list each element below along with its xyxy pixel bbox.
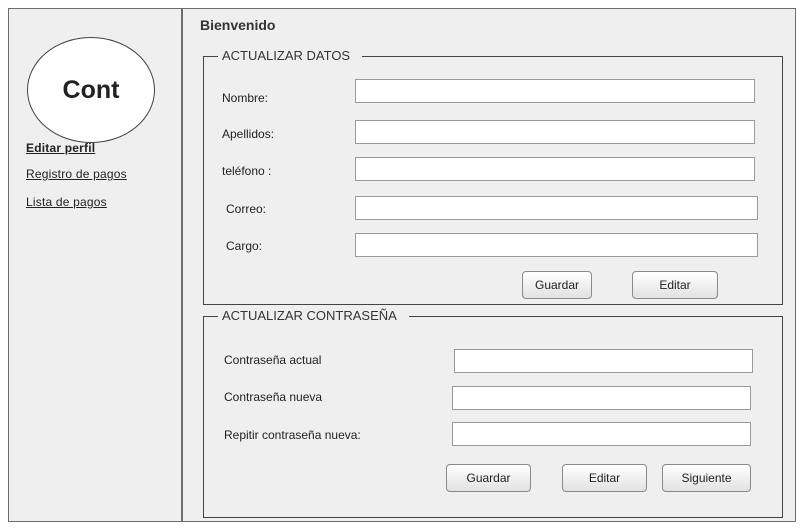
save-password-button[interactable]: Guardar <box>446 464 531 492</box>
current-password-label: Contraseña actual <box>224 353 322 367</box>
update-data-title: ACTUALIZAR DATOS <box>218 48 363 64</box>
update-password-group: ACTUALIZAR CONTRASEÑA Contraseña actual … <box>203 308 783 518</box>
phone-field[interactable] <box>355 157 755 181</box>
name-field[interactable] <box>355 79 755 103</box>
email-field[interactable] <box>355 196 758 220</box>
position-field[interactable] <box>355 233 758 257</box>
next-button[interactable]: Siguiente <box>662 464 751 492</box>
surname-label: Apellidos: <box>222 127 275 141</box>
sidebar: Cont Editar perfil Registro de pagos Lis… <box>9 9 183 521</box>
sidebar-link-payment-list[interactable]: Lista de pagos <box>26 195 107 209</box>
edit-data-button[interactable]: Editar <box>632 271 718 299</box>
position-label: Cargo: <box>226 239 263 253</box>
current-password-field[interactable] <box>454 349 753 373</box>
update-data-group: ACTUALIZAR DATOS Nombre: Apellidos: telé… <box>203 48 783 305</box>
app-window: Cont Editar perfil Registro de pagos Lis… <box>8 8 796 522</box>
page-title: Bienvenido <box>200 17 276 33</box>
phone-label: teléfono : <box>222 164 272 178</box>
main-content: Bienvenido ACTUALIZAR DATOS Nombre: Apel… <box>183 9 795 521</box>
new-password-field[interactable] <box>452 386 751 410</box>
update-password-title: ACTUALIZAR CONTRASEÑA <box>218 308 409 324</box>
name-label: Nombre: <box>222 91 269 105</box>
email-label: Correo: <box>226 202 267 216</box>
repeat-password-field[interactable] <box>452 422 751 446</box>
sidebar-link-payment-registry[interactable]: Registro de pagos <box>26 167 127 181</box>
new-password-label: Contraseña nueva <box>224 390 323 404</box>
edit-password-button[interactable]: Editar <box>562 464 647 492</box>
save-data-button[interactable]: Guardar <box>522 271 592 299</box>
logo: Cont <box>27 37 155 143</box>
repeat-password-label: Repitir contraseña nueva: <box>224 428 361 442</box>
surname-field[interactable] <box>355 120 755 144</box>
sidebar-link-edit-profile[interactable]: Editar perfil <box>26 141 95 155</box>
